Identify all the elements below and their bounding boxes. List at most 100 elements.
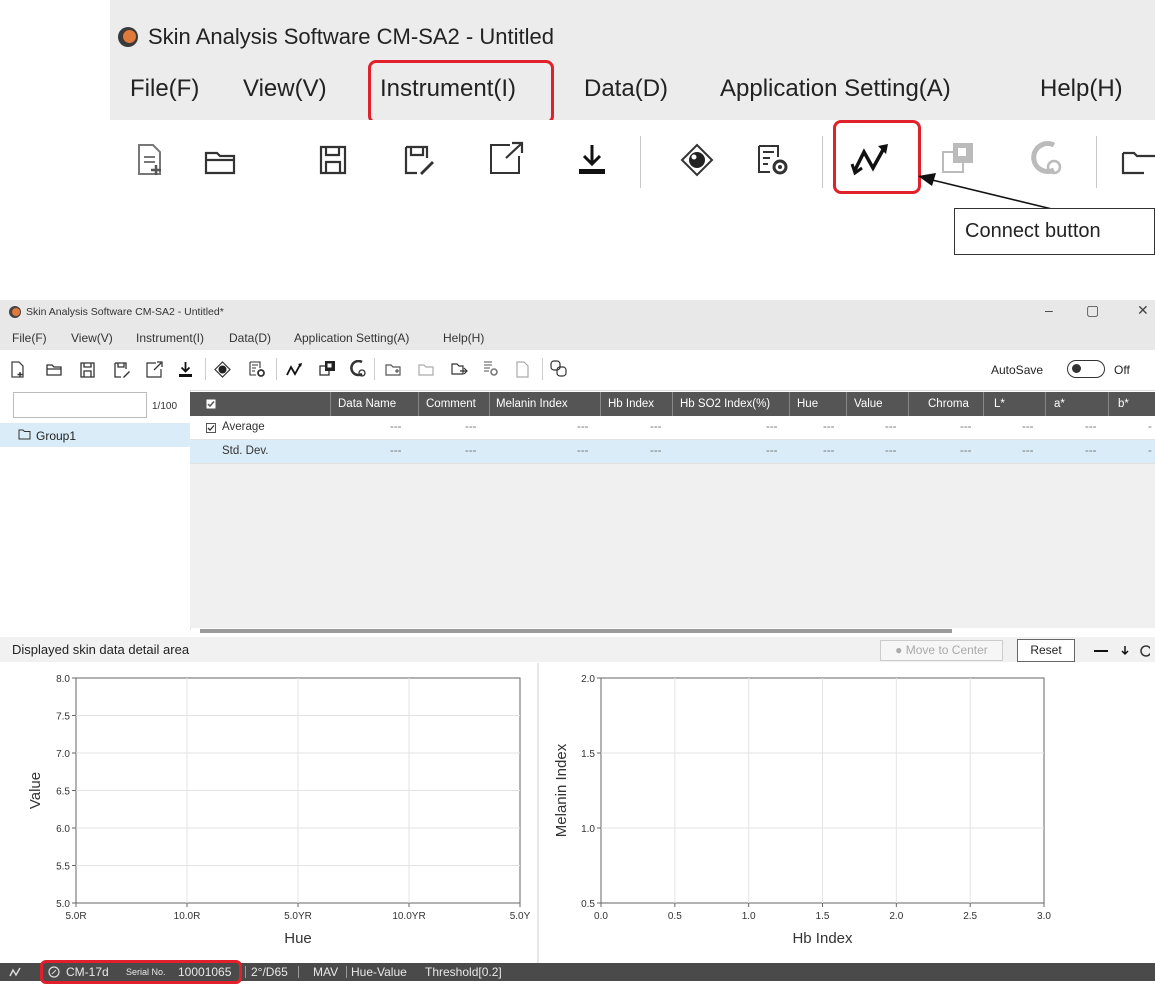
autosave-toggle[interactable] [1067,360,1105,378]
column-header-hb-so2-index[interactable]: Hb SO2 Index(%) [680,398,770,410]
open-folder-icon[interactable] [203,147,239,177]
row-checkbox[interactable] [206,423,216,433]
menu-help[interactable]: Help(H) [443,331,484,345]
detail-area-label: Displayed skin data detail area [12,642,190,657]
table-cell: --- [650,421,662,433]
zoom-menu-application-setting[interactable]: Application Setting(A) [720,75,951,103]
table-cell: --- [577,421,589,433]
status-observer: 2°/D65 [251,965,288,979]
connect-icon[interactable] [850,140,900,176]
new-file-icon[interactable] [11,361,25,378]
calibration-icon[interactable] [319,360,336,377]
save-icon[interactable] [318,144,348,176]
row-label: Average [222,421,265,433]
save-as-icon[interactable] [403,144,435,178]
column-header-data-name[interactable]: Data Name [338,398,396,410]
column-header-l-star[interactable]: L* [994,398,1005,410]
table-cell: --- [823,445,835,457]
list-settings-icon[interactable] [483,360,500,378]
y-axis-label: Value [27,772,44,809]
table-row[interactable]: Std. Dev. --- --- --- --- --- --- --- --… [190,440,1155,464]
zoom-menu-view[interactable]: View(V) [243,75,327,103]
toolbar [0,350,1155,391]
group-item[interactable]: Group1 [0,423,190,447]
y-tick-label: 5.0 [56,899,70,910]
document-icon[interactable] [516,361,530,378]
group-label: Group1 [36,429,77,443]
table-cell: --- [390,445,402,457]
y-tick-label: 2.0 [581,674,595,685]
status-mode: MAV [313,965,339,979]
table-header: Data Name Comment Melanin Index Hb Index… [190,392,1155,416]
menu-data[interactable]: Data(D) [229,331,271,345]
data-count: 1/100 [152,401,178,412]
table-cell: - [1148,445,1152,457]
column-header-value[interactable]: Value [854,398,883,410]
x-tick-label: 0.0 [594,911,608,922]
column-header-hue[interactable]: Hue [797,398,818,410]
open-folder-icon[interactable] [46,363,63,377]
table-cell: --- [960,421,972,433]
x-tick-label: 0.5 [668,911,682,922]
column-header-b-star[interactable]: b* [1118,398,1129,410]
window-title-bar: Skin Analysis Software CM-SA2 - Untitled… [0,300,1155,324]
new-file-icon[interactable] [136,143,164,177]
table-cell: --- [885,421,897,433]
minimize-button[interactable]: – [1045,302,1053,318]
search-input[interactable] [13,392,147,418]
move-to-folder-icon[interactable] [451,361,468,378]
horizontal-scrollbar[interactable] [200,629,952,633]
zoom-menu-data[interactable]: Data(D) [584,75,668,103]
column-header-hb-index[interactable]: Hb Index [608,398,654,410]
y-tick-label: 7.5 [56,712,70,723]
app-logo-icon [118,27,138,47]
menu-view[interactable]: View(V) [71,331,113,345]
move-to-center-label: Move to Center [905,643,988,657]
hb-melanin-chart[interactable]: 0.0 0.5 1.0 1.5 2.0 2.5 3.00.51.01.52.0Hb Inde… [540,663,1062,963]
table-cell: --- [823,421,835,433]
download-icon[interactable] [576,143,608,177]
column-header-chroma[interactable]: Chroma [928,398,969,410]
table-cell: --- [766,421,778,433]
save-as-icon[interactable] [114,362,130,379]
autosave-label: AutoSave [991,363,1044,377]
column-header-comment[interactable]: Comment [426,398,476,410]
column-header-a-star[interactable]: a* [1054,398,1065,410]
new-folder-icon[interactable] [385,363,402,377]
x-tick-label: 10.0R [174,911,201,922]
target-settings-icon[interactable] [350,360,367,378]
export-icon[interactable] [146,361,163,378]
export-icon[interactable] [488,140,524,176]
zoom-menu-file[interactable]: File(F) [130,75,199,103]
table-cell: --- [390,421,402,433]
zoom-toolbar-separator [1096,136,1097,188]
table-cell: --- [465,445,477,457]
new-folder-icon[interactable] [1120,147,1155,177]
download-icon [1121,646,1129,656]
instrument-settings-icon[interactable] [756,143,790,177]
connect-icon[interactable] [285,361,307,378]
folder-icon[interactable] [418,363,435,377]
move-to-center-button[interactable]: ● Move to Center [880,640,1003,661]
zoom-menu-help[interactable]: Help(H) [1040,75,1123,103]
table-cell: --- [766,445,778,457]
column-header-melanin-index[interactable]: Melanin Index [496,398,568,410]
measure-icon[interactable] [214,361,231,378]
select-all-checkbox[interactable] [206,399,216,409]
hue-value-chart[interactable]: 5.0R 10.0R 5.0YR 10.0YR 5.0Y 5.0 5.5 6.0 6.5 7.0 7… [12,663,536,963]
x-tick-label: 3.0 [1037,911,1051,922]
zoom-window-title: Skin Analysis Software CM-SA2 - Untitled [148,24,554,49]
link-icon[interactable] [549,359,568,378]
menu-application-setting[interactable]: Application Setting(A) [294,331,409,345]
restore-button[interactable]: ▢ [1086,302,1099,319]
menu-file[interactable]: File(F) [12,331,47,345]
close-button[interactable]: ✕ [1137,302,1149,319]
reset-button[interactable]: Reset [1017,639,1075,662]
y-tick-label: 1.5 [581,749,595,760]
instrument-settings-icon[interactable] [249,361,266,378]
measure-icon[interactable] [680,143,714,177]
download-icon[interactable] [178,361,193,378]
table-row[interactable]: Average --- --- --- --- --- --- --- --- … [190,416,1155,440]
save-icon[interactable] [80,362,95,378]
menu-instrument[interactable]: Instrument(I) [136,331,204,345]
